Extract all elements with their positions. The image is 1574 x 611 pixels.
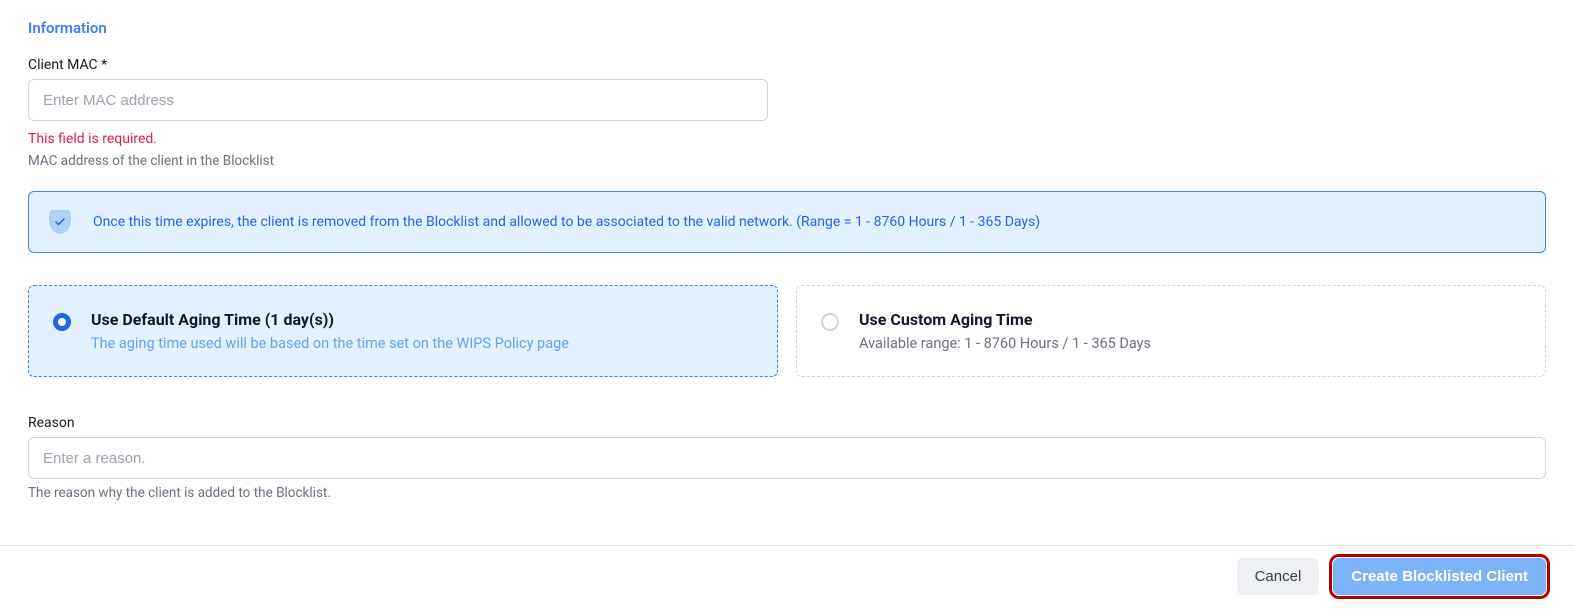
section-title: Information — [28, 19, 1546, 37]
aging-option-default[interactable]: Use Default Aging Time (1 day(s)) The ag… — [28, 285, 778, 377]
cancel-button[interactable]: Cancel — [1237, 558, 1320, 595]
client-mac-label: Client MAC * — [28, 57, 1546, 73]
aging-info-text: Once this time expires, the client is re… — [93, 214, 1040, 230]
shield-check-icon — [49, 210, 71, 234]
form-footer: Cancel Create Blocklisted Client — [0, 545, 1574, 611]
aging-custom-desc: Available range: 1 - 8760 Hours / 1 - 36… — [859, 335, 1151, 352]
reason-label: Reason — [28, 415, 1546, 431]
aging-default-desc: The aging time used will be based on the… — [91, 335, 569, 352]
client-mac-error: This field is required. — [28, 131, 1546, 147]
aging-custom-title: Use Custom Aging Time — [859, 310, 1151, 329]
reason-input[interactable] — [28, 437, 1546, 479]
aging-info-banner: Once this time expires, the client is re… — [28, 191, 1546, 253]
create-blocklisted-client-button[interactable]: Create Blocklisted Client — [1333, 558, 1546, 595]
reason-hint: The reason why the client is added to th… — [28, 485, 1546, 501]
radio-selected-icon — [53, 313, 71, 331]
aging-option-custom[interactable]: Use Custom Aging Time Available range: 1… — [796, 285, 1546, 377]
aging-default-title: Use Default Aging Time (1 day(s)) — [91, 310, 569, 329]
client-mac-hint: MAC address of the client in the Blockli… — [28, 153, 1546, 169]
client-mac-input[interactable] — [28, 79, 768, 121]
radio-unselected-icon — [821, 313, 839, 331]
